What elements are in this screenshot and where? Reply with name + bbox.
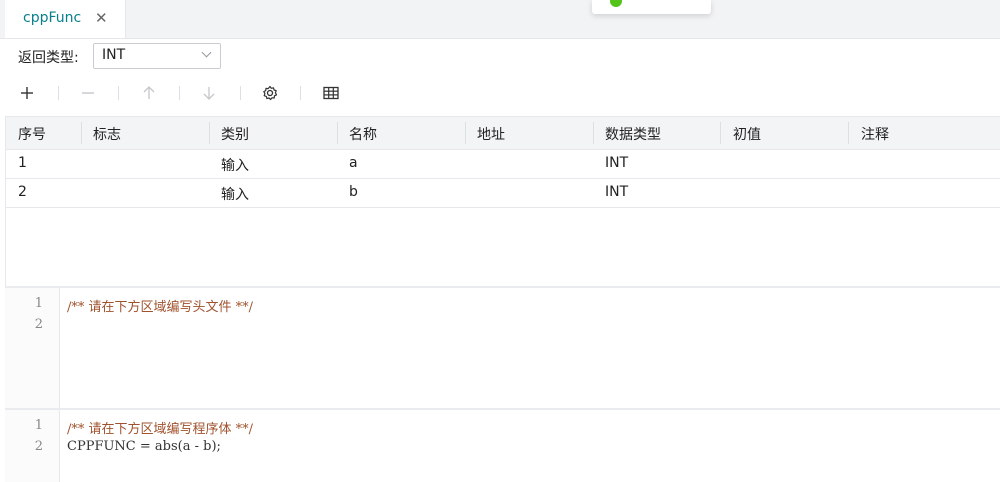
column-header-flag[interactable]: 标志 xyxy=(93,124,121,144)
toolbar xyxy=(0,78,1000,110)
toolbar-divider xyxy=(179,86,180,100)
minus-icon xyxy=(82,92,94,94)
toolbar-divider xyxy=(240,86,241,100)
table-view-button[interactable] xyxy=(320,82,342,104)
line-number: 1 xyxy=(34,296,43,311)
column-header-initial[interactable]: 初值 xyxy=(733,124,761,144)
code-line[interactable]: /** 请在下方区域编写头文件 **/ xyxy=(67,296,253,315)
return-type-select[interactable]: INT xyxy=(93,43,221,69)
line-gutter: 1 2 xyxy=(5,410,60,482)
table-header: 序号 标志 类别 名称 地址 数据类型 初值 注释 xyxy=(6,116,1000,150)
tab-label[interactable]: cppFunc xyxy=(23,10,81,26)
cell-name[interactable]: b xyxy=(349,184,358,200)
chevron-down-icon xyxy=(201,47,212,58)
line-number: 2 xyxy=(34,317,43,332)
gear-icon xyxy=(263,85,278,101)
column-resizer[interactable] xyxy=(81,122,82,144)
close-icon[interactable]: ✕ xyxy=(95,9,108,27)
return-type-value: INT xyxy=(102,47,126,63)
table-icon xyxy=(323,86,339,100)
column-header-index[interactable]: 序号 xyxy=(18,124,46,144)
success-check-icon xyxy=(610,0,622,7)
return-type-label: 返回类型: xyxy=(18,50,79,66)
move-down-button[interactable] xyxy=(198,82,220,104)
plus-icon xyxy=(21,87,33,99)
column-resizer[interactable] xyxy=(209,122,210,144)
toolbar-divider xyxy=(118,86,119,100)
code-line[interactable]: CPPFUNC = abs(a - b); xyxy=(67,439,221,454)
remove-row-button[interactable] xyxy=(77,82,99,104)
toolbar-divider xyxy=(300,86,301,100)
body-code-editor[interactable]: 1 2 /** 请在下方区域编写程序体 **/ CPPFUNC = abs(a … xyxy=(5,408,1000,482)
tab-strip: cppFunc ✕ xyxy=(0,0,1000,39)
line-number: 2 xyxy=(34,439,43,454)
code-line[interactable]: /** 请在下方区域编写程序体 **/ xyxy=(67,418,253,437)
cell-data-type[interactable]: INT xyxy=(605,184,628,200)
parameter-table: 序号 标志 类别 名称 地址 数据类型 初值 注释 1 输入 a INT 2 输… xyxy=(5,116,1000,287)
cell-name[interactable]: a xyxy=(349,155,358,171)
cell-index[interactable]: 1 xyxy=(18,155,27,171)
column-resizer[interactable] xyxy=(465,122,466,144)
line-number: 1 xyxy=(34,418,43,433)
column-header-name[interactable]: 名称 xyxy=(349,124,377,144)
tab-cppfunc[interactable]: cppFunc ✕ xyxy=(5,0,126,38)
column-resizer[interactable] xyxy=(337,122,338,144)
arrow-down-icon xyxy=(203,87,215,100)
column-resizer[interactable] xyxy=(593,122,594,144)
add-row-button[interactable] xyxy=(16,82,38,104)
cell-category[interactable]: 输入 xyxy=(221,155,249,175)
column-header-category[interactable]: 类别 xyxy=(221,124,249,144)
column-header-comment[interactable]: 注释 xyxy=(861,124,889,144)
toolbar-divider xyxy=(58,86,59,100)
column-resizer[interactable] xyxy=(720,122,721,144)
cell-category[interactable]: 输入 xyxy=(221,184,249,204)
line-gutter: 1 2 xyxy=(5,288,60,408)
success-toast xyxy=(592,0,711,14)
column-header-data-type[interactable]: 数据类型 xyxy=(605,124,661,144)
table-row[interactable]: 1 输入 a INT xyxy=(6,149,1000,179)
move-up-button[interactable] xyxy=(138,82,160,104)
cell-data-type[interactable]: INT xyxy=(605,155,628,171)
column-resizer[interactable] xyxy=(848,122,849,144)
header-code-editor[interactable]: 1 2 /** 请在下方区域编写头文件 **/ xyxy=(5,286,1000,408)
cell-index[interactable]: 2 xyxy=(18,184,27,200)
settings-button[interactable] xyxy=(259,82,281,104)
column-header-address[interactable]: 地址 xyxy=(477,124,505,144)
table-row[interactable]: 2 输入 b INT xyxy=(6,178,1000,208)
arrow-up-icon xyxy=(143,86,155,99)
